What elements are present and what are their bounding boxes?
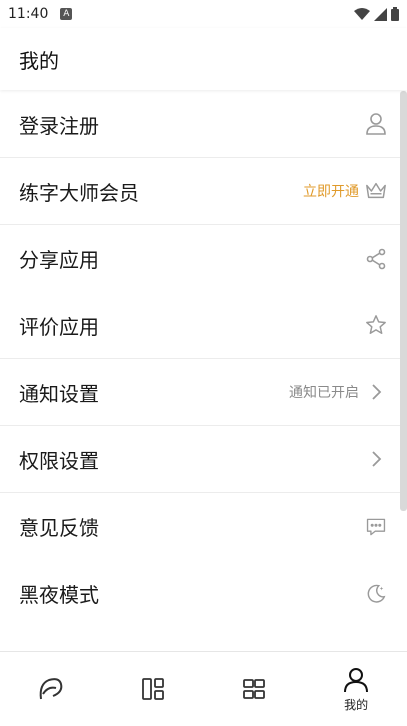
brush-icon <box>39 678 63 700</box>
menu-item-share[interactable]: 分享应用 <box>0 225 400 292</box>
moon-icon <box>365 583 387 605</box>
menu-item-rate[interactable]: 评价应用 <box>0 292 400 359</box>
menu-item-login[interactable]: 登录注册 <box>0 91 400 158</box>
menu-item-right <box>365 314 387 336</box>
menu-item-label: 评价应用 <box>19 314 99 339</box>
menu-list: 登录注册 练字大师会员 立即开通 分享应用 评价应用 通知设置 通知已开启 权限… <box>0 91 400 651</box>
menu-item-feedback[interactable]: 意见反馈 <box>0 493 400 560</box>
page-title: 我的 <box>19 48 59 73</box>
menu-item-partial[interactable] <box>0 627 400 651</box>
grid-icon <box>243 679 266 699</box>
menu-item-right <box>365 248 387 270</box>
user-icon <box>365 113 387 135</box>
menu-item-label: 通知设置 <box>19 381 99 406</box>
page-header: 我的 <box>0 28 407 90</box>
notification-badge-icon: A <box>60 8 73 20</box>
wifi-icon <box>354 7 370 20</box>
menu-item-label: 黑夜模式 <box>19 583 99 607</box>
menu-item-right <box>365 448 387 470</box>
status-left: 11:40 A <box>8 6 73 22</box>
tab-label: 我的 <box>344 697 369 712</box>
menu-item-right: 立即开通 <box>303 180 387 202</box>
status-bar: 11:40 A <box>0 0 407 28</box>
vip-hint: 立即开通 <box>303 184 359 200</box>
status-time: 11:40 <box>8 6 49 22</box>
menu-item-vip[interactable]: 练字大师会员 立即开通 <box>0 158 400 225</box>
signal-icon <box>374 7 387 21</box>
menu-item-right: 通知已开启 <box>289 381 387 403</box>
battery-icon <box>391 7 399 21</box>
menu-item-right <box>365 583 387 605</box>
crown-icon <box>365 180 387 202</box>
scrollbar[interactable] <box>400 91 407 511</box>
profile-icon <box>344 667 369 692</box>
menu-item-right <box>365 516 387 538</box>
menu-item-right <box>365 113 387 135</box>
tab-grid[interactable] <box>204 652 306 726</box>
tab-practice[interactable] <box>0 652 102 726</box>
menu-item-label: 意见反馈 <box>19 516 99 540</box>
menu-item-dark-mode[interactable]: 黑夜模式 <box>0 560 400 627</box>
chevron-right-icon <box>365 381 387 403</box>
menu-item-notifications[interactable]: 通知设置 通知已开启 <box>0 359 400 426</box>
menu-item-label: 登录注册 <box>19 113 99 138</box>
menu-item-permissions[interactable]: 权限设置 <box>0 426 400 493</box>
notification-status: 通知已开启 <box>289 385 359 401</box>
chevron-right-icon <box>365 448 387 470</box>
menu-item-label: 分享应用 <box>19 248 99 272</box>
bottom-tabbar: 我的 <box>0 651 407 726</box>
share-icon <box>365 248 387 270</box>
tab-mine[interactable]: 我的 <box>305 652 407 726</box>
menu-item-label: 权限设置 <box>19 448 99 473</box>
feedback-icon <box>365 516 387 538</box>
layout-icon <box>141 678 164 700</box>
star-icon <box>365 314 387 336</box>
status-right <box>354 7 399 21</box>
menu-item-label: 练字大师会员 <box>19 180 139 205</box>
tab-layout[interactable] <box>102 652 204 726</box>
